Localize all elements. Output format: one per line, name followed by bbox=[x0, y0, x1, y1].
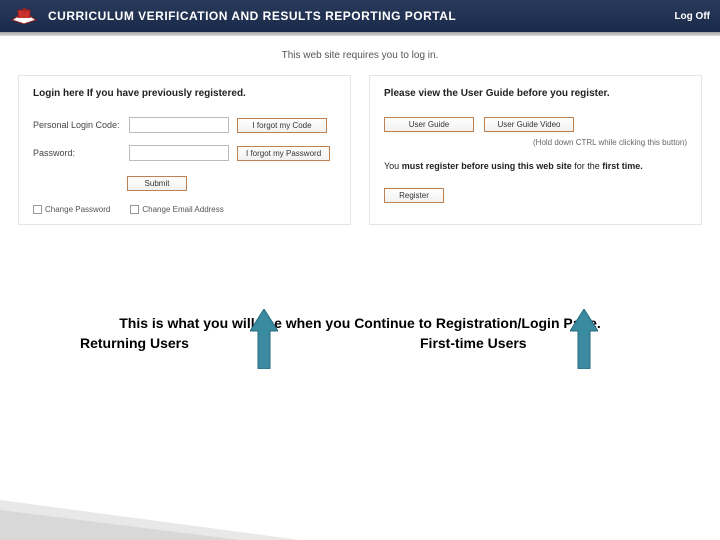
password-label: Password: bbox=[33, 148, 121, 158]
change-password-link[interactable]: Change Password bbox=[33, 205, 110, 214]
header-bar: CURRICULUM VERIFICATION AND RESULTS REPO… bbox=[0, 0, 720, 32]
checkbox-icon bbox=[33, 205, 42, 214]
password-input[interactable] bbox=[129, 145, 229, 161]
change-email-label: Change Email Address bbox=[142, 205, 223, 214]
login-code-input[interactable] bbox=[129, 117, 229, 133]
register-button[interactable]: Register bbox=[384, 188, 444, 203]
login-code-label: Personal Login Code: bbox=[33, 120, 121, 130]
intro-text: This web site requires you to log in. bbox=[0, 50, 720, 61]
submit-button[interactable]: Submit bbox=[127, 176, 187, 191]
register-panel-title: Please view the User Guide before you re… bbox=[384, 88, 687, 99]
log-off-link[interactable]: Log Off bbox=[674, 11, 710, 22]
banner-title: CURRICULUM VERIFICATION AND RESULTS REPO… bbox=[48, 9, 674, 23]
checkbox-icon bbox=[130, 205, 139, 214]
up-arrow-icon bbox=[570, 309, 598, 369]
forgot-code-button[interactable]: I forgot my Code bbox=[237, 118, 327, 133]
login-panel-title: Login here If you have previously regist… bbox=[33, 88, 336, 99]
user-guide-video-button[interactable]: User Guide Video bbox=[484, 117, 574, 132]
change-password-label: Change Password bbox=[45, 205, 110, 214]
logo-icon bbox=[10, 4, 40, 28]
panels: Login here If you have previously regist… bbox=[0, 75, 720, 225]
first-time-users-label: First-time Users bbox=[420, 335, 527, 351]
footer-decoration bbox=[0, 510, 240, 540]
user-guide-button[interactable]: User Guide bbox=[384, 117, 474, 132]
change-email-link[interactable]: Change Email Address bbox=[130, 205, 223, 214]
arrow-returning bbox=[250, 309, 278, 369]
caption-text: This is what you will see when you Conti… bbox=[0, 315, 720, 331]
up-arrow-icon bbox=[250, 309, 278, 369]
forgot-password-button[interactable]: I forgot my Password bbox=[237, 146, 330, 161]
annotations: Returning Users First-time Users This is… bbox=[0, 315, 720, 331]
register-panel: Please view the User Guide before you re… bbox=[369, 75, 702, 225]
login-panel: Login here If you have previously regist… bbox=[18, 75, 351, 225]
returning-users-label: Returning Users bbox=[80, 335, 189, 351]
must-register-text: You must register before using this web … bbox=[384, 161, 687, 171]
arrow-first-time bbox=[570, 309, 598, 369]
ctrl-hint: (Hold down CTRL while clicking this butt… bbox=[384, 138, 687, 147]
